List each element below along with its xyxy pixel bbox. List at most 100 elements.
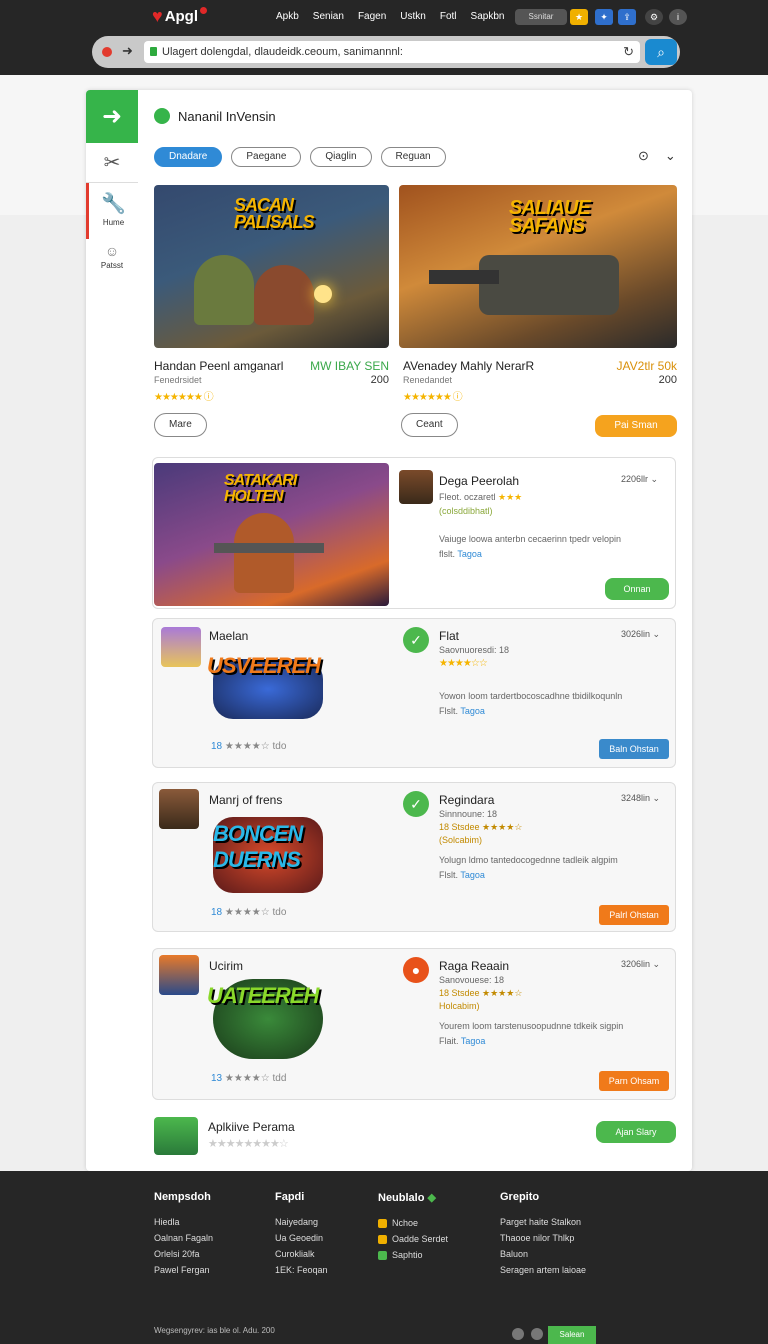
footer-link[interactable]: Saphtio (378, 1250, 448, 1261)
item-title[interactable]: Flat (439, 629, 459, 643)
action-button[interactable]: Palrl Ohstan (599, 905, 669, 925)
item-time: 3206lin ⌄ (621, 959, 660, 970)
rating-stars: ★★★★☆ (224, 1073, 270, 1084)
footer-link[interactable]: 1EK: Feoqan (275, 1265, 328, 1275)
main-card: ➜ ✂ 🔧 Hume ☺ Patsst Nananil InVensin Dna… (86, 90, 692, 1171)
item-time: 3026lin ⌄ (621, 629, 660, 640)
url-field[interactable]: Ulagert dolengdal, dlaudeidk.ceoum, sani… (144, 41, 640, 63)
forward-arrow-icon[interactable]: ➜ (122, 43, 133, 59)
desc-link[interactable]: Tagoa (460, 870, 485, 880)
sidebar-item-home[interactable]: 🔧 Hume (86, 183, 138, 239)
footer-link[interactable]: Nchoe (378, 1218, 448, 1229)
featured-title[interactable]: AVenadey Mahly NerarR (403, 359, 534, 373)
list-item[interactable]: Manrj of frens BONCEN DUERNS ✓ Regindara… (152, 782, 676, 932)
chevron-down-icon[interactable]: ⌄ (665, 148, 676, 164)
tab-4[interactable]: Reguan (380, 147, 446, 167)
extension-icon[interactable]: ✦ (595, 9, 613, 25)
play-button[interactable]: Pai Sman (595, 415, 677, 437)
desc-prefix: Flslt. (439, 870, 458, 880)
info-icon[interactable]: i (669, 9, 687, 25)
footer-link[interactable]: Parget haite Stalkon (500, 1217, 586, 1227)
featured-image[interactable]: SALIAUE SAFANS (399, 185, 677, 348)
avatar (161, 627, 201, 667)
apply-button[interactable]: Ajan Slary (596, 1121, 676, 1143)
tab-1[interactable]: Dnadare (154, 147, 223, 167)
avatar (399, 470, 433, 504)
item-time: 2206llr ⌄ (621, 474, 658, 485)
open-button[interactable]: Onnan (605, 578, 669, 600)
nav-item[interactable]: Ustkn (400, 11, 426, 22)
footer-link[interactable]: Hiedla (154, 1217, 213, 1227)
item-title[interactable]: Raga Reaain (439, 959, 509, 973)
bookmark-icon[interactable]: ★ (570, 9, 588, 25)
item-subtitle: Fleot. oczaretl ★★★ (439, 492, 522, 503)
nav-item[interactable]: Sapkbn (471, 11, 505, 22)
status-icon: ✓ (403, 627, 429, 653)
item-title[interactable]: Aplkiive Perama (208, 1120, 295, 1134)
item-title[interactable]: Regindara (439, 793, 494, 807)
social-icon[interactable] (531, 1328, 543, 1340)
desc-prefix: flslt. (439, 549, 456, 559)
search-button[interactable]: ⌕ (645, 39, 677, 65)
featured-image[interactable]: SACAN PALISALS (154, 185, 389, 348)
game-logo: UATEEREH (207, 983, 319, 1008)
tab-3[interactable]: Qiaglin (310, 147, 372, 167)
footer-link[interactable]: Oalnan Fagaln (154, 1233, 213, 1243)
hero-image[interactable]: SATAKARI HOLTEN (154, 463, 389, 606)
featured-sub: Fenedrsidet (154, 375, 202, 385)
chevron-down-icon[interactable]: ⌄ (651, 474, 659, 484)
desc-link[interactable]: Tagoa (457, 549, 482, 559)
footer-link[interactable]: Thaooe nilor Thlkp (500, 1233, 586, 1243)
share-icon[interactable]: ⇪ (618, 9, 636, 25)
footer-link[interactable]: Baluon (500, 1249, 586, 1259)
lock-icon (150, 47, 157, 56)
game-logo: USVEEREH (207, 653, 321, 678)
soldier-figure (194, 255, 254, 325)
nav-item[interactable]: Senian (313, 11, 344, 22)
footer-link[interactable]: Orlelsi 20fa (154, 1249, 213, 1259)
nav-item[interactable]: Fotl (440, 11, 457, 22)
action-button[interactable]: Parn Ohsam (599, 1071, 669, 1091)
footer-link[interactable]: Pawel Fergan (154, 1265, 213, 1275)
featured-title[interactable]: Handan Peenl amganarl (154, 359, 283, 373)
footer-link[interactable]: Oadde Serdet (378, 1234, 448, 1245)
settings-icon[interactable]: ⚙ (645, 9, 663, 25)
item-title[interactable]: Dega Peerolah (439, 474, 519, 488)
rating-stars: ★★★★☆ (224, 907, 270, 918)
footer-link[interactable]: Naiyedang (275, 1217, 328, 1227)
footer-link[interactable]: Curoklialk (275, 1249, 328, 1259)
footer-link[interactable]: Seragen artem laioae (500, 1265, 586, 1275)
close-dot-icon[interactable] (102, 47, 112, 57)
chevron-down-icon[interactable]: ⌄ (653, 793, 661, 803)
count-button[interactable]: Ceant (401, 413, 458, 437)
chevron-down-icon[interactable]: ⌄ (653, 959, 661, 969)
tab-2[interactable]: Paegane (231, 147, 302, 167)
footer-button[interactable]: Salean (548, 1326, 596, 1344)
nav-item[interactable]: Apkb (276, 11, 299, 22)
item-left-title: Ucirim (209, 959, 243, 973)
game-logo: SATAKARI HOLTEN (224, 472, 297, 505)
item-time-text: 2206llr (621, 474, 649, 484)
footer-heading: Neublalo ◆ (378, 1191, 448, 1204)
more-button[interactable]: Mare (154, 413, 207, 437)
list-item[interactable]: Ucirim UATEEREH ● Raga Reaain Sanovouese… (152, 948, 676, 1100)
tools-icon[interactable]: ✂ (86, 143, 138, 183)
list-item[interactable]: Maelan USVEEREH ✓ Flat Saovnuoresdi: 18 … (152, 618, 676, 768)
reload-icon[interactable]: ↻ (623, 41, 634, 63)
top-search-box[interactable]: Ssnitar (515, 9, 567, 25)
desc-link[interactable]: Tagoa (460, 706, 485, 716)
social-icon[interactable] (512, 1328, 524, 1340)
footer-heading: Fapdi (275, 1191, 305, 1203)
rating-stars: ★★★★☆ (482, 822, 523, 832)
clock-icon[interactable]: ⊙ (638, 148, 649, 164)
app-logo[interactable]: ♥ Apgl (152, 6, 208, 27)
footer-link[interactable]: Ua Geoedin (275, 1233, 328, 1243)
chevron-down-icon[interactable]: ⌄ (653, 629, 661, 639)
list-item[interactable]: SATAKARI HOLTEN Dega Peerolah Fleot. ocz… (152, 457, 676, 609)
sidebar-item-profile[interactable]: ☺ Patsst (86, 239, 138, 279)
back-arrow-icon[interactable]: ➜ (86, 90, 138, 143)
soldier-figure (234, 513, 294, 593)
nav-item[interactable]: Fagen (358, 11, 386, 22)
desc-link[interactable]: Tagoa (461, 1036, 486, 1046)
action-button[interactable]: Baln Ohstan (599, 739, 669, 759)
